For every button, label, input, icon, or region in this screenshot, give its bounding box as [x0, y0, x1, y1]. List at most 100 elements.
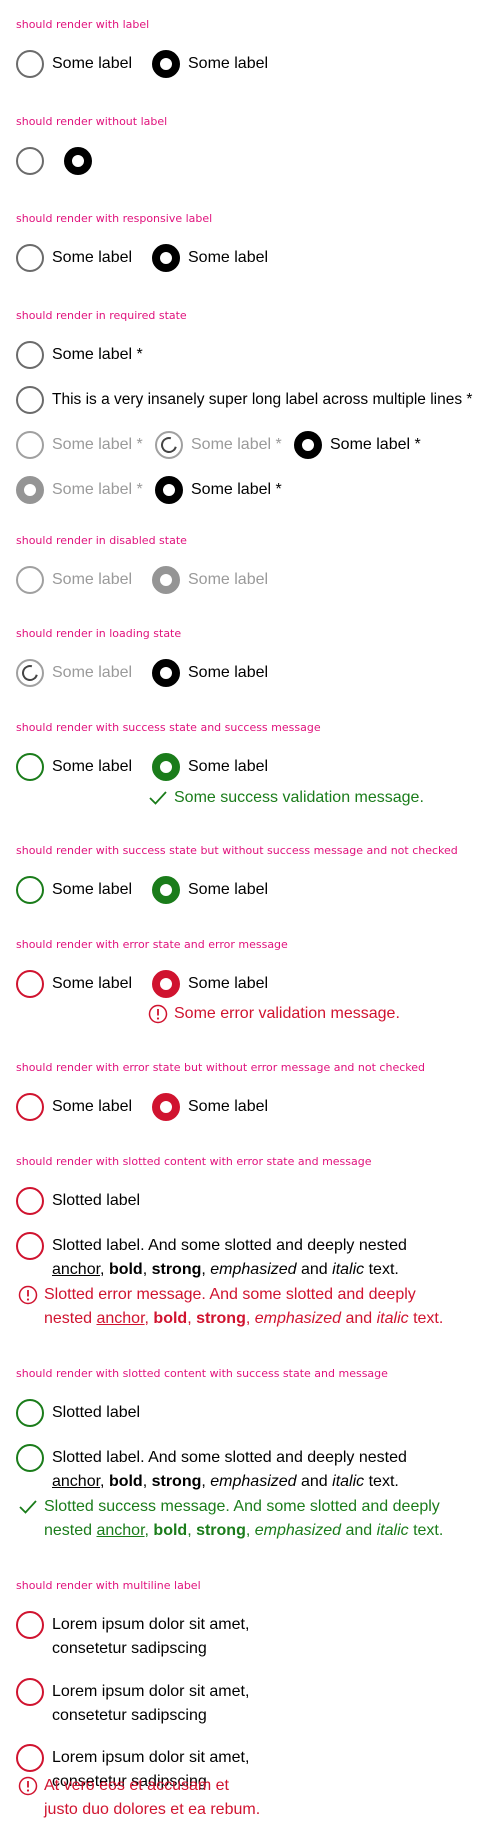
message-part: text.	[408, 1310, 444, 1327]
radio-label: Some label	[188, 881, 269, 898]
radio-circle[interactable]	[16, 876, 44, 904]
radio-circle[interactable]	[16, 970, 44, 998]
radio-slotted-success[interactable]: Slotted label	[16, 1399, 140, 1427]
radio-error[interactable]: Some label	[16, 1093, 132, 1121]
radio-circle	[152, 566, 180, 594]
message-part: ,	[245, 1522, 255, 1539]
radio-disabled: Some label	[16, 566, 132, 594]
radio-circle[interactable]	[152, 876, 180, 904]
radio-circle[interactable]	[152, 659, 180, 687]
label-text: Slotted label. And some slotted and deep…	[52, 1237, 407, 1254]
radio-success-checked[interactable]: Some label	[152, 753, 268, 781]
section-title: should render with success state but wit…	[16, 844, 458, 857]
radio-label: Some label	[188, 249, 269, 266]
section-title: should render with slotted content with …	[16, 1155, 372, 1168]
radio-circle[interactable]	[16, 50, 44, 78]
radio-circle[interactable]	[152, 970, 180, 998]
radio-circle[interactable]	[16, 1399, 44, 1427]
radio-circle[interactable]	[16, 341, 44, 369]
radio-success-checked[interactable]: Some label	[152, 876, 268, 904]
radio-label: This is a very insanely super long label…	[52, 391, 473, 408]
radio-circle[interactable]	[152, 50, 180, 78]
section-title: should render with label	[16, 18, 150, 31]
label-text: ,	[142, 1261, 152, 1278]
radio-required-long-label[interactable]: This is a very insanely super long label…	[16, 386, 472, 414]
message-text: Some error validation message.	[174, 1005, 400, 1022]
radio-error-checked[interactable]: Some label	[152, 1093, 268, 1121]
radio-required-checked[interactable]: Some label *	[294, 431, 421, 459]
emphasized-text: emphasized	[210, 1473, 297, 1490]
radio-error[interactable]: Some label	[16, 970, 132, 998]
radio-label: Some label	[52, 571, 133, 588]
anchor-link[interactable]: anchor	[96, 1522, 144, 1539]
message-part: and	[341, 1310, 377, 1327]
radio-circle[interactable]	[64, 147, 92, 175]
radio-slotted-error[interactable]: Slotted label	[16, 1187, 140, 1215]
radio-slotted-error-rich[interactable]: Slotted label. And some slotted and deep…	[16, 1232, 464, 1282]
radio-circle[interactable]	[155, 476, 183, 504]
anchor-link[interactable]: anchor	[52, 1261, 100, 1278]
radio-circle[interactable]	[16, 244, 44, 272]
anchor-link[interactable]: anchor	[52, 1473, 100, 1490]
check-icon	[18, 1495, 38, 1519]
exclamation-circle-icon	[18, 1283, 38, 1307]
spinner-icon	[155, 431, 183, 459]
radio-checked[interactable]: Some label	[152, 659, 268, 687]
message-text: Some success validation message.	[174, 789, 424, 806]
radio-error-checked[interactable]: Some label	[152, 970, 268, 998]
radio-label: Some label	[52, 881, 133, 898]
radio-required-disabled: Some label *	[16, 431, 143, 459]
radio-circle[interactable]	[16, 1093, 44, 1121]
bold-text: bold	[108, 1473, 143, 1490]
radio-circle[interactable]	[294, 431, 322, 459]
radio-circle[interactable]	[152, 1093, 180, 1121]
anchor-link[interactable]: anchor	[96, 1310, 144, 1327]
radio-label: Some label	[52, 975, 133, 992]
radio-slotted-success-rich[interactable]: Slotted label. And some slotted and deep…	[16, 1444, 464, 1494]
label-text: ,	[201, 1473, 211, 1490]
radio-label: Slotted label	[52, 1192, 141, 1209]
radio-success[interactable]: Some label	[16, 753, 132, 781]
radio-success[interactable]: Some label	[16, 876, 132, 904]
radio-multiline[interactable]: Lorem ipsum dolor sit amet, consetetur s…	[16, 1611, 252, 1661]
radio-label: Some label *	[52, 481, 143, 498]
section-title: should render in disabled state	[16, 534, 187, 547]
radio-unchecked[interactable]	[16, 147, 44, 175]
label-text: text.	[364, 1473, 399, 1490]
radio-required[interactable]: Some label *	[16, 341, 143, 369]
exclamation-circle-icon	[148, 1002, 168, 1026]
error-message: At vero eos et accusam et justo duo dolo…	[18, 1774, 278, 1822]
radio-circle[interactable]	[16, 1744, 44, 1772]
italic-text: italic	[376, 1522, 409, 1539]
label-text: text.	[364, 1261, 399, 1278]
radio-required-checked[interactable]: Some label *	[155, 476, 282, 504]
radio-multiline[interactable]: Lorem ipsum dolor sit amet, consetetur s…	[16, 1678, 252, 1728]
radio-circle[interactable]	[16, 147, 44, 175]
radio-unchecked[interactable]: Some label	[16, 244, 132, 272]
radio-checked[interactable]: Some label	[152, 50, 268, 78]
radio-checked[interactable]	[64, 147, 92, 175]
radio-checked[interactable]: Some label	[152, 244, 268, 272]
radio-circle	[16, 476, 44, 504]
bold-text: bold	[153, 1522, 188, 1539]
radio-circle[interactable]	[16, 753, 44, 781]
label-text: Slotted label. And some slotted and deep…	[52, 1449, 407, 1466]
italic-text: italic	[332, 1261, 365, 1278]
radio-label: Slotted label. And some slotted and deep…	[52, 1444, 462, 1494]
message-part: and	[341, 1522, 377, 1539]
message-part: ,	[245, 1310, 255, 1327]
radio-label: Some label	[188, 758, 269, 775]
radio-unchecked[interactable]: Some label	[16, 50, 132, 78]
radio-circle[interactable]	[16, 1678, 44, 1706]
label-text: ,	[100, 1473, 109, 1490]
message-part: text.	[408, 1522, 444, 1539]
radio-circle[interactable]	[16, 1444, 44, 1472]
radio-circle[interactable]	[16, 386, 44, 414]
radio-label: Some label	[188, 975, 269, 992]
radio-circle[interactable]	[16, 1187, 44, 1215]
radio-circle[interactable]	[152, 753, 180, 781]
radio-circle[interactable]	[16, 1611, 44, 1639]
radio-circle[interactable]	[152, 244, 180, 272]
radio-circle[interactable]	[16, 1232, 44, 1260]
label-text: ,	[100, 1261, 109, 1278]
